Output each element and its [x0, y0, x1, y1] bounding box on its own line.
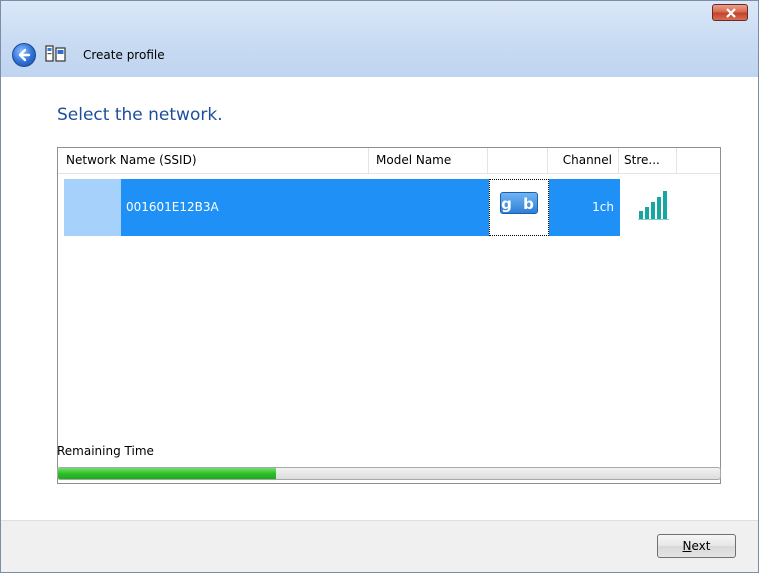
network-profile-icon [45, 45, 66, 62]
window-title: Create profile [83, 48, 165, 62]
network-row[interactable]: 001601E12B3A g b 1ch [58, 175, 720, 236]
column-header-ssid[interactable]: Network Name (SSID) [58, 148, 369, 173]
model-icon-cell: g b [489, 179, 549, 236]
signal-strength-icon [638, 191, 669, 220]
column-header-model-icon[interactable] [488, 148, 548, 173]
network-list[interactable]: Network Name (SSID) Model Name Channel S… [57, 147, 721, 484]
close-icon [726, 8, 736, 18]
gb-icon: g b [500, 192, 538, 214]
network-row-icon-cell [64, 179, 121, 236]
next-button[interactable]: Next [657, 534, 736, 558]
signal-strength-cell [626, 179, 676, 236]
dialog-content: Select the network. Network Name (SSID) … [1, 77, 758, 520]
close-button[interactable] [712, 4, 748, 21]
network-channel: 1ch [549, 179, 620, 236]
page-heading: Select the network. [57, 105, 223, 125]
column-header-strength[interactable]: Stre... [619, 148, 677, 173]
dialog-footer: Next [1, 520, 758, 572]
back-arrow-icon [18, 48, 31, 62]
progress-fill [58, 468, 277, 479]
remaining-time-label: Remaining Time [57, 444, 154, 458]
column-header-model-name[interactable]: Model Name [369, 148, 488, 173]
next-mnemonic: N [682, 539, 692, 553]
back-button[interactable] [12, 43, 36, 67]
column-header-channel[interactable]: Channel [548, 148, 619, 173]
next-label: ext [691, 539, 711, 553]
remaining-time-progress [57, 467, 721, 480]
network-ssid: 001601E12B3A [121, 179, 489, 236]
dialog-header: Create profile [1, 1, 758, 77]
network-list-header: Network Name (SSID) Model Name Channel S… [58, 148, 720, 174]
create-profile-dialog: Create profile Select the network. Netwo… [0, 0, 759, 573]
